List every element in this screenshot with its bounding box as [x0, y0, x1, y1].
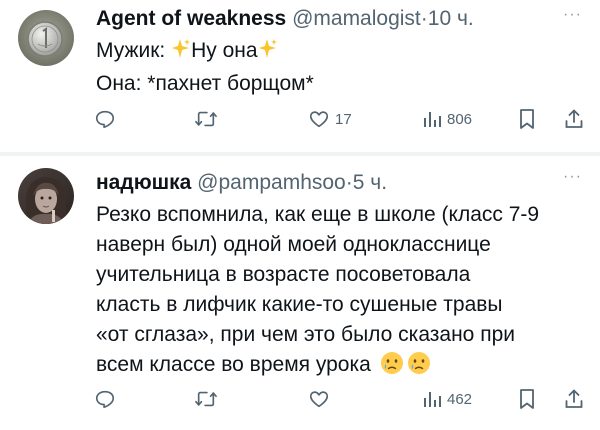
analytics-icon: [424, 112, 441, 127]
reply-button[interactable]: [94, 384, 121, 414]
more-options-icon[interactable]: ···: [563, 168, 582, 186]
retweet-icon: [195, 391, 217, 407]
action-bar: 17 806: [94, 104, 594, 134]
author-name[interactable]: надюшка: [96, 171, 191, 194]
text-line: «от сглаза», при чем это было сказано пр…: [96, 323, 515, 346]
tweet-text: Мужик: Ну она Она: *пахнет борщом*: [96, 36, 578, 99]
crying-face-emoji-icon: [380, 351, 404, 384]
portrait-avatar-icon: [18, 168, 74, 224]
author-name[interactable]: Agent of weakness: [96, 7, 286, 30]
bookmark-button[interactable]: [518, 104, 536, 134]
retweet-button[interactable]: [194, 104, 223, 134]
share-icon: [565, 389, 583, 408]
text-line: учительница в возрасте посоветовала: [96, 263, 471, 286]
heart-icon: [309, 391, 329, 408]
text-line: Мужик: Ну она: [96, 36, 578, 69]
sparkles-icon: [258, 38, 278, 69]
reply-icon: [95, 110, 115, 129]
analytics-icon: [424, 392, 441, 407]
text-segment: Ну она: [191, 39, 258, 62]
heart-icon: [309, 111, 329, 128]
like-count: 17: [335, 110, 352, 128]
timestamp[interactable]: 10 ч.: [428, 7, 474, 30]
text-segment: всем классе во время урока: [96, 353, 371, 376]
tweet-1[interactable]: Agent of weakness @mamalogist·10 ч. ··· …: [0, 0, 600, 152]
reply-button[interactable]: [94, 104, 121, 134]
share-button[interactable]: [564, 104, 584, 134]
avatar[interactable]: [18, 10, 74, 66]
text-line: всем классе во время урока: [96, 350, 578, 384]
bookmark-button[interactable]: [518, 384, 536, 414]
separator: ·: [345, 171, 353, 194]
retweet-icon: [195, 111, 217, 127]
tweet-header: надюшка @pampamhsoo·5 ч.: [96, 170, 387, 196]
views-button[interactable]: 462: [422, 384, 472, 414]
tweet-header: Agent of weakness @mamalogist·10 ч.: [96, 6, 474, 32]
crying-face-emoji-icon: [407, 351, 431, 384]
view-count: 806: [447, 110, 473, 128]
sparkles-icon: [171, 38, 191, 69]
author-handle[interactable]: @mamalogist: [292, 7, 421, 30]
timestamp[interactable]: 5 ч.: [353, 171, 387, 194]
tweet-text: Резко вспомнила, как еще в школе (класс …: [96, 200, 578, 384]
separator: ·: [420, 7, 428, 30]
text-line: Она: *пахнет борщом*: [96, 72, 314, 95]
bookmark-icon: [520, 389, 534, 409]
action-bar: 462: [94, 384, 594, 414]
like-button[interactable]: 17: [308, 104, 352, 134]
tweet-2[interactable]: надюшка @pampamhsoo·5 ч. ··· Резко вспом…: [0, 156, 600, 430]
retweet-button[interactable]: [194, 384, 223, 414]
share-button[interactable]: [564, 384, 584, 414]
coin-avatar-icon: [18, 10, 74, 66]
text-line: наверн был) одной моей однокласснице: [96, 233, 491, 256]
text-line: класть в лифчик какие-то сушеные травы: [96, 293, 503, 316]
bookmark-icon: [520, 109, 534, 129]
author-handle[interactable]: @pampamhsoo: [197, 171, 346, 194]
text-line: Резко вспомнила, как еще в школе (класс …: [96, 203, 540, 226]
more-options-icon[interactable]: ···: [563, 6, 582, 24]
view-count: 462: [447, 390, 473, 408]
like-button[interactable]: [308, 384, 335, 414]
avatar[interactable]: [18, 168, 74, 224]
share-icon: [565, 109, 583, 128]
text-segment: Мужик:: [96, 39, 172, 62]
views-button[interactable]: 806: [422, 104, 472, 134]
reply-icon: [95, 390, 115, 409]
